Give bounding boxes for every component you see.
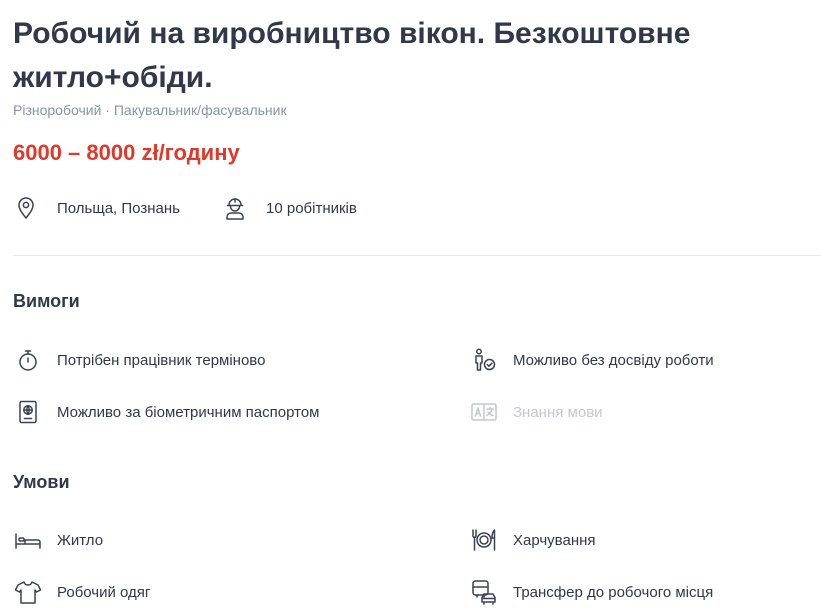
divider <box>13 255 821 256</box>
requirement-label: Можливо за біометричним паспортом <box>57 403 320 421</box>
category-link-packer[interactable]: Пакувальник/фасувальник <box>114 102 287 118</box>
condition-label: Житло <box>57 531 104 549</box>
conditions-title: Умови <box>13 472 70 492</box>
translate-icon <box>469 398 499 426</box>
condition-workwear: Робочий одяг <box>13 578 150 606</box>
location-text: Польща, Познань <box>57 199 180 217</box>
workers-count-text: 10 робітників <box>266 199 357 217</box>
job-categories: Різноробочий · Пакувальник/фасувальник <box>13 102 287 118</box>
condition-label: Харчування <box>513 531 596 549</box>
salary: 6000 – 8000 zł/годину <box>13 140 240 165</box>
passport-icon <box>13 398 43 426</box>
requirement-no-experience: Можливо без досвіду роботи <box>469 346 714 374</box>
requirement-label: Потрібен працівник терміново <box>57 351 266 369</box>
condition-housing: Житло <box>13 526 103 554</box>
workers-count: 10 робітників <box>222 194 357 222</box>
stopwatch-icon <box>13 346 43 374</box>
dining-icon <box>469 526 499 554</box>
requirement-label: Можливо без досвіду роботи <box>513 351 714 369</box>
map-pin-icon <box>13 195 39 221</box>
requirement-language: Знання мови <box>469 398 603 426</box>
job-title: Робочий на виробництво вікон. Безкоштовн… <box>13 17 691 94</box>
bed-icon <box>13 526 43 554</box>
requirement-urgent: Потрібен працівник терміново <box>13 346 265 374</box>
requirement-label: Знання мови <box>513 403 603 421</box>
condition-transfer: Трансфер до робочого місця <box>469 578 713 606</box>
location: Польща, Познань <box>13 194 180 222</box>
category-separator: · <box>105 102 110 118</box>
requirements-title: Вимоги <box>13 291 80 311</box>
condition-label: Трансфер до робочого місця <box>513 583 714 601</box>
person-check-icon <box>469 346 499 374</box>
category-link-general-worker[interactable]: Різноробочий <box>13 102 101 118</box>
requirement-biometric-passport: Можливо за біометричним паспортом <box>13 398 319 426</box>
worker-helmet-icon <box>222 195 248 221</box>
condition-meals: Харчування <box>469 526 596 554</box>
bus-icon <box>469 578 499 606</box>
condition-label: Робочий одяг <box>57 583 151 601</box>
t-shirt-icon <box>13 578 43 606</box>
